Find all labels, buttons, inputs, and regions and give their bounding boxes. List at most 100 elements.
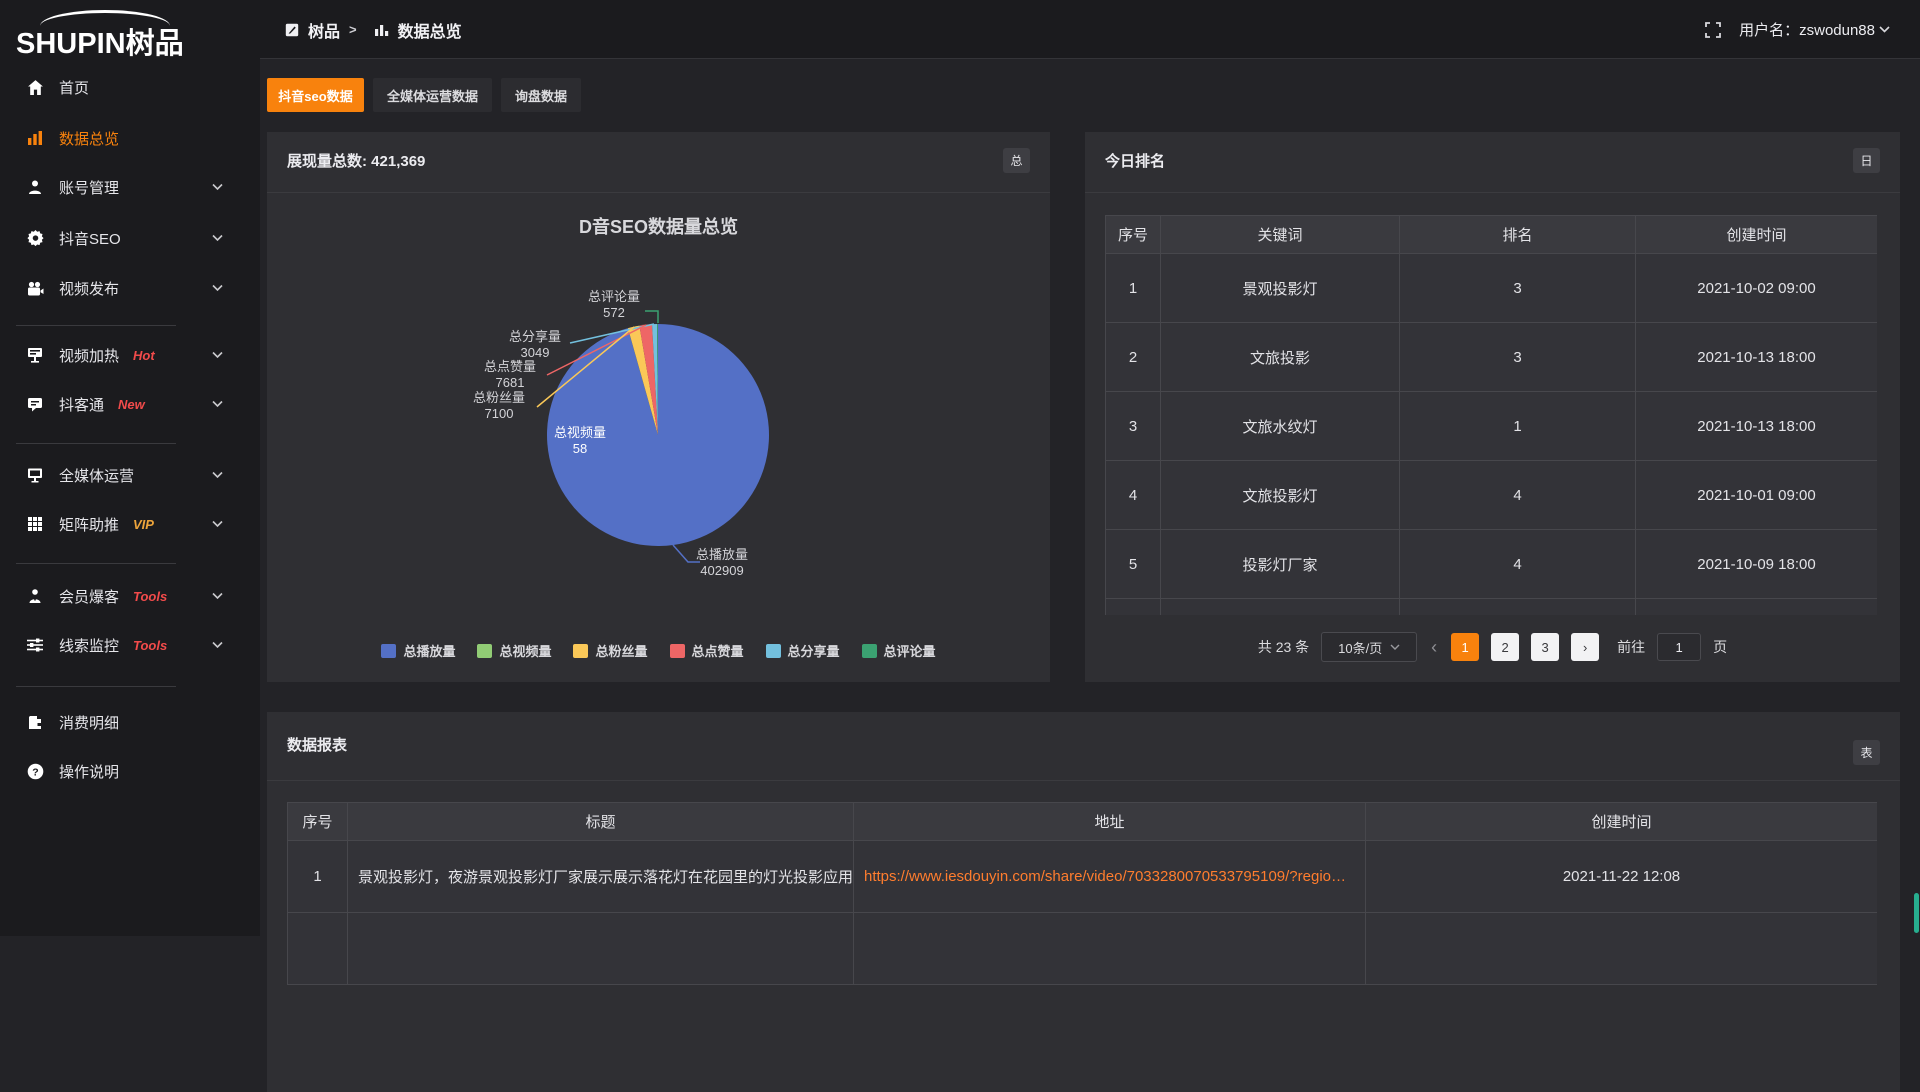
chat-bubble-icon bbox=[26, 395, 44, 413]
cell-rank: 3 bbox=[1400, 323, 1636, 392]
username-dropdown[interactable]: 用户名：zswodun88 bbox=[1739, 19, 1890, 40]
legend-item-shares[interactable]: 总分享量 bbox=[766, 641, 840, 660]
table-header-row: 序号 关键词 排名 创建时间 bbox=[1106, 216, 1878, 254]
sidebar-item-label: 视频加热 bbox=[59, 345, 119, 366]
day-mode-button[interactable]: 日 bbox=[1853, 148, 1880, 173]
cell-created: 2021-10-09 18:00 bbox=[1636, 530, 1878, 599]
total-mode-button[interactable]: 总 bbox=[1003, 148, 1030, 173]
pie-label-videos: 总视频量 58 bbox=[535, 425, 625, 457]
legend-item-comments[interactable]: 总评论量 bbox=[862, 641, 936, 660]
chevron-down-icon bbox=[212, 521, 223, 528]
sidebar-divider bbox=[16, 443, 176, 444]
pie-label-name: 总评论量 bbox=[588, 289, 640, 304]
table-row-clipped bbox=[288, 913, 1878, 985]
home-icon bbox=[26, 78, 44, 96]
sidebar-item-home[interactable]: 首页 bbox=[0, 70, 260, 104]
tab-inquiry-data[interactable]: 询盘数据 bbox=[501, 78, 581, 112]
page-button-2[interactable]: 2 bbox=[1491, 633, 1519, 661]
legend-item-likes[interactable]: 总点赞量 bbox=[670, 641, 744, 660]
sliders-icon bbox=[26, 636, 44, 654]
page-size-value: 10条/页 bbox=[1338, 638, 1382, 657]
goto-label: 前往 bbox=[1617, 637, 1645, 657]
sidebar-item-label: 全媒体运营 bbox=[59, 465, 134, 486]
sidebar-item-label: 账号管理 bbox=[59, 177, 119, 198]
legend-item-videos[interactable]: 总视频量 bbox=[477, 641, 551, 660]
tools-badge: Tools bbox=[133, 589, 167, 604]
sidebar-item-instructions[interactable]: ? 操作说明 bbox=[0, 754, 260, 788]
cell-rank: 1 bbox=[1400, 392, 1636, 461]
card-header: 数据报表 表 bbox=[267, 712, 1900, 780]
sidebar-item-account-management[interactable]: 账号管理 bbox=[0, 170, 260, 204]
cell-no bbox=[288, 913, 348, 985]
legend-swatch bbox=[766, 644, 781, 658]
sidebar-item-omnimedia-operation[interactable]: 全媒体运营 bbox=[0, 458, 260, 492]
user-icon bbox=[26, 178, 44, 196]
fullscreen-icon[interactable] bbox=[1705, 22, 1721, 38]
sidebar-item-label: 视频发布 bbox=[59, 278, 119, 299]
data-report-card: 数据报表 表 序号 标题 地址 创建时间 1 景观投影灯，夜游景观投影灯厂家展示… bbox=[267, 712, 1900, 1092]
cell-no: 2 bbox=[1106, 323, 1161, 392]
bar-chart-icon bbox=[26, 129, 44, 147]
sidebar-item-video-publish[interactable]: 视频发布 bbox=[0, 271, 260, 305]
cell-keyword bbox=[1161, 599, 1400, 616]
page-button-3[interactable]: 3 bbox=[1531, 633, 1559, 661]
pie-label-fans: 总粉丝量 7100 bbox=[454, 390, 544, 422]
username-label: 用户名：zswodun88 bbox=[1739, 19, 1875, 40]
next-page-button[interactable]: › bbox=[1571, 633, 1599, 661]
tab-label: 询盘数据 bbox=[515, 86, 567, 105]
legend-label: 总点赞量 bbox=[692, 641, 744, 660]
cell-title: 景观投影灯，夜游景观投影灯厂家展示展示落花灯在花园里的灯光投影应用效果 # bbox=[348, 841, 854, 913]
wallet-icon bbox=[26, 713, 44, 731]
page-size-select[interactable]: 10条/页 bbox=[1321, 632, 1417, 662]
pie-label-likes: 总点赞量 7681 bbox=[465, 359, 555, 391]
logo-text: SHUPIN树品 bbox=[16, 20, 184, 62]
prev-page-button[interactable]: ‹ bbox=[1429, 637, 1439, 658]
tab-douyin-seo-data[interactable]: 抖音seo数据 bbox=[267, 78, 364, 112]
sidebar-item-data-overview[interactable]: 数据总览 bbox=[0, 121, 260, 155]
sidebar-item-douyin-seo[interactable]: 抖音SEO bbox=[0, 221, 260, 255]
sidebar-item-doketong[interactable]: 抖客通 New bbox=[0, 387, 260, 421]
legend-item-plays[interactable]: 总播放量 bbox=[381, 641, 455, 660]
total-count-label: 共 23 条 bbox=[1258, 637, 1309, 657]
legend-label: 总分享量 bbox=[788, 641, 840, 660]
pie-label-shares: 总分享量 3049 bbox=[490, 329, 580, 361]
pie-label-plays: 总播放量 402909 bbox=[677, 547, 767, 579]
table-row: 5 投影灯厂家 4 2021-10-09 18:00 bbox=[1106, 530, 1878, 599]
sidebar-item-lead-monitoring[interactable]: 线索监控 Tools bbox=[0, 628, 260, 662]
page-button-1[interactable]: 1 bbox=[1451, 633, 1479, 661]
sidebar-item-consumption-details[interactable]: 消费明细 bbox=[0, 705, 260, 739]
divider bbox=[267, 780, 1900, 781]
column-header-title: 标题 bbox=[348, 803, 854, 841]
impressions-total: 展现量总数: 421,369 bbox=[287, 132, 425, 192]
pagination: 共 23 条 10条/页 ‹ 1 2 3 › 前往 页 bbox=[1085, 632, 1900, 662]
breadcrumb: 树品 > 数据总览 bbox=[285, 0, 462, 59]
top-header-bar: 树品 > 数据总览 用户名：zswodun88 bbox=[260, 0, 1920, 59]
legend-swatch bbox=[862, 644, 877, 658]
chevron-down-icon bbox=[212, 235, 223, 242]
pie-label-comments: 总评论量 572 bbox=[569, 289, 659, 321]
goto-page-input[interactable] bbox=[1657, 633, 1701, 661]
cell-rank: 4 bbox=[1400, 461, 1636, 530]
scrollbar-thumb[interactable] bbox=[1914, 893, 1919, 933]
legend-item-fans[interactable]: 总粉丝量 bbox=[573, 641, 647, 660]
cell-created: 2021-10-02 09:00 bbox=[1636, 254, 1878, 323]
pie-label-name: 总分享量 bbox=[509, 329, 561, 344]
chevron-down-icon bbox=[212, 642, 223, 649]
sidebar-item-video-heating[interactable]: 视频加热 Hot bbox=[0, 338, 260, 372]
tab-omnimedia-data[interactable]: 全媒体运营数据 bbox=[373, 78, 492, 112]
tab-label: 抖音seo数据 bbox=[278, 86, 352, 105]
legend-swatch bbox=[573, 644, 588, 658]
column-header-created: 创建时间 bbox=[1366, 803, 1878, 841]
card-header: 今日排名 日 bbox=[1085, 132, 1900, 192]
breadcrumb-root[interactable]: 树品 bbox=[308, 18, 340, 42]
column-header-rank: 排名 bbox=[1400, 216, 1636, 254]
table-row: 2 文旅投影 3 2021-10-13 18:00 bbox=[1106, 323, 1878, 392]
video-link[interactable]: https://www.iesdouyin.com/share/video/70… bbox=[864, 868, 1346, 885]
monitor-icon bbox=[26, 466, 44, 484]
video-camera-icon bbox=[26, 279, 44, 297]
table-mode-button[interactable]: 表 bbox=[1853, 740, 1880, 765]
sidebar-item-member-burst[interactable]: 会员爆客 Tools bbox=[0, 579, 260, 613]
grid-icon bbox=[26, 515, 44, 533]
cell-keyword: 投影灯厂家 bbox=[1161, 530, 1400, 599]
sidebar-item-matrix-boost[interactable]: 矩阵助推 VIP bbox=[0, 507, 260, 541]
